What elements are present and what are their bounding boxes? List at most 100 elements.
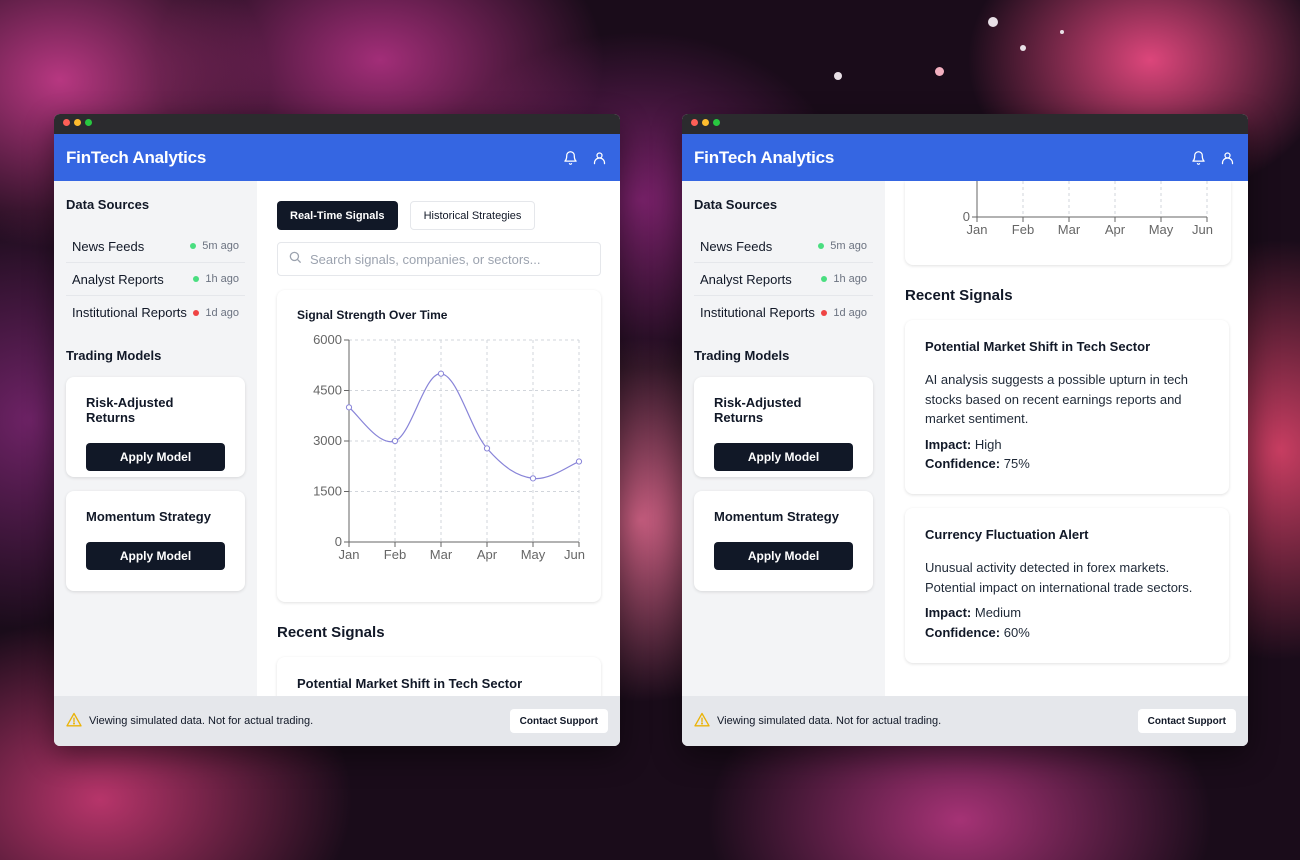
maximize-window-button[interactable] [85, 119, 92, 126]
window-titlebar [54, 114, 620, 134]
maximize-window-button[interactable] [713, 119, 720, 126]
impact-value: High [974, 436, 1002, 452]
tab-historical-strategies[interactable]: Historical Strategies [409, 201, 536, 230]
signal-impact: Impact: Medium [925, 603, 1209, 623]
confidence-value: 60% [1003, 624, 1030, 640]
data-sources-heading: Data Sources [66, 197, 150, 212]
status-dot-green [821, 276, 828, 282]
chart-series-line [348, 373, 580, 480]
model-name: Risk-Adjusted Returns [86, 395, 174, 425]
data-source-time: 1h ago [833, 273, 867, 285]
model-name: Risk-Adjusted Returns [714, 395, 802, 425]
user-icon[interactable] [1219, 149, 1236, 166]
close-window-button[interactable] [691, 119, 698, 126]
model-card-momentum-strategy: Momentum Strategy Apply Model [694, 491, 873, 591]
close-window-button[interactable] [63, 119, 70, 126]
chart-data-point[interactable] [391, 437, 399, 445]
signal-title: Currency Fluctuation Alert [925, 527, 1089, 542]
search-input[interactable] [310, 251, 590, 267]
model-name: Momentum Strategy [86, 509, 211, 524]
model-card-momentum-strategy: Momentum Strategy Apply Model [66, 491, 245, 591]
bell-icon[interactable] [1190, 149, 1207, 166]
minimize-window-button[interactable] [74, 119, 81, 126]
confidence-label: Confidence: [925, 624, 1001, 640]
signal-card-currency-fluctuation[interactable]: Currency Fluctuation Alert Unusual activ… [905, 508, 1229, 663]
app-window-right: FinTech Analytics Data Sources News Feed… [682, 114, 1248, 746]
data-source-analyst-reports[interactable]: Analyst Reports 1h ago [66, 263, 245, 296]
chart-x-tick-label: Jan [339, 547, 360, 562]
contact-support-button[interactable]: Contact Support [509, 709, 608, 733]
signal-card-tech-sector[interactable]: Potential Market Shift in Tech Sector AI… [905, 320, 1229, 494]
data-source-name: Institutional Reports [700, 305, 815, 320]
signal-impact: Impact: High [925, 435, 1209, 455]
app-title: FinTech Analytics [694, 147, 835, 167]
status-dot-green [190, 243, 197, 249]
app-header: FinTech Analytics [54, 134, 620, 181]
chart-data-point[interactable] [437, 370, 445, 377]
chart-x-tick-label: Feb [1012, 222, 1034, 237]
signal-description: AI analysis suggests a possible upturn i… [925, 372, 1189, 426]
signal-card-tech-sector[interactable]: Potential Market Shift in Tech Sector [277, 657, 601, 696]
user-icon[interactable] [591, 149, 608, 166]
signal-title: Potential Market Shift in Tech Sector [297, 676, 523, 691]
signal-description: Unusual activity detected in forex marke… [925, 560, 1193, 595]
search-icon [288, 250, 302, 269]
chart-data-point[interactable] [345, 404, 353, 411]
data-source-time: 1d ago [833, 306, 867, 319]
chart-x-tick-label: Jun [1192, 222, 1213, 237]
status-dot-green [818, 243, 825, 249]
background-speck [1020, 45, 1026, 51]
background-speck [834, 72, 842, 80]
apply-model-button[interactable]: Apply Model [86, 443, 225, 471]
simulated-data-notice: Viewing simulated data. Not for actual t… [89, 715, 314, 727]
minimize-window-button[interactable] [702, 119, 709, 126]
data-source-news-feeds[interactable]: News Feeds 5m ago [66, 230, 245, 263]
signal-confidence: Confidence: 60% [925, 623, 1209, 643]
chart-data-point[interactable] [483, 445, 491, 452]
chart-x-tick-label: Jun [564, 547, 585, 562]
chart-y-tick-label: 1500 [313, 484, 342, 499]
model-card-risk-adjusted-returns: Risk-Adjusted Returns Apply Model [66, 377, 245, 477]
simulated-data-notice: Viewing simulated data. Not for actual t… [717, 715, 942, 727]
signal-title: Potential Market Shift in Tech Sector [925, 339, 1151, 354]
data-source-institutional-reports[interactable]: Institutional Reports 1d ago [66, 296, 245, 329]
trading-models-heading: Trading Models [66, 348, 162, 363]
chart-x-tick-label: May [1149, 222, 1174, 237]
data-source-name: Analyst Reports [72, 271, 164, 287]
data-source-time: 5m ago [202, 240, 239, 252]
status-dot-green [193, 276, 200, 282]
data-source-institutional-reports[interactable]: Institutional Reports 1d ago [694, 296, 873, 329]
chart-data-point[interactable] [575, 458, 583, 465]
data-source-analyst-reports[interactable]: Analyst Reports 1h ago [694, 263, 873, 296]
confidence-value: 75% [1003, 456, 1030, 471]
bell-icon[interactable] [562, 149, 579, 166]
background-speck [988, 17, 998, 27]
data-source-name: Institutional Reports [72, 305, 187, 320]
data-source-name: News Feeds [72, 238, 145, 254]
footer-notice-bar: Viewing simulated data. Not for actual t… [682, 696, 1248, 746]
chart-x-tick-label: Feb [384, 547, 406, 562]
apply-model-button[interactable]: Apply Model [86, 542, 225, 570]
apply-model-button[interactable]: Apply Model [714, 542, 853, 570]
model-name: Momentum Strategy [714, 509, 839, 524]
contact-support-button[interactable]: Contact Support [1137, 709, 1236, 733]
tab-real-time-signals[interactable]: Real-Time Signals [277, 201, 398, 230]
app-title: FinTech Analytics [66, 147, 207, 167]
signal-strength-chart-card: 0 Jan Feb Mar Apr May Jun [905, 181, 1231, 265]
data-source-news-feeds[interactable]: News Feeds 5m ago [694, 230, 873, 263]
signal-confidence: Confidence: 75% [925, 454, 1209, 474]
main-panel-scrolled: 0 Jan Feb Mar Apr May Jun Recent Signals Poten… [885, 181, 1248, 696]
chart-x-tick-label: Mar [1058, 222, 1081, 237]
chart-data-point[interactable] [529, 475, 537, 482]
confidence-label: Confidence: [925, 456, 1001, 471]
impact-label: Impact: [925, 436, 972, 452]
background-speck [1060, 30, 1064, 34]
chart-x-tick-label: Apr [477, 547, 498, 562]
data-source-time: 1d ago [205, 306, 239, 319]
impact-label: Impact: [925, 605, 972, 620]
apply-model-button[interactable]: Apply Model [714, 443, 853, 471]
signal-strength-chart-card: Signal Strength Over Time 0 1500 3000 4500 6… [277, 290, 601, 602]
chart-x-tick-label: Jan [967, 222, 988, 237]
warning-icon [694, 712, 710, 730]
window-titlebar [682, 114, 1248, 134]
